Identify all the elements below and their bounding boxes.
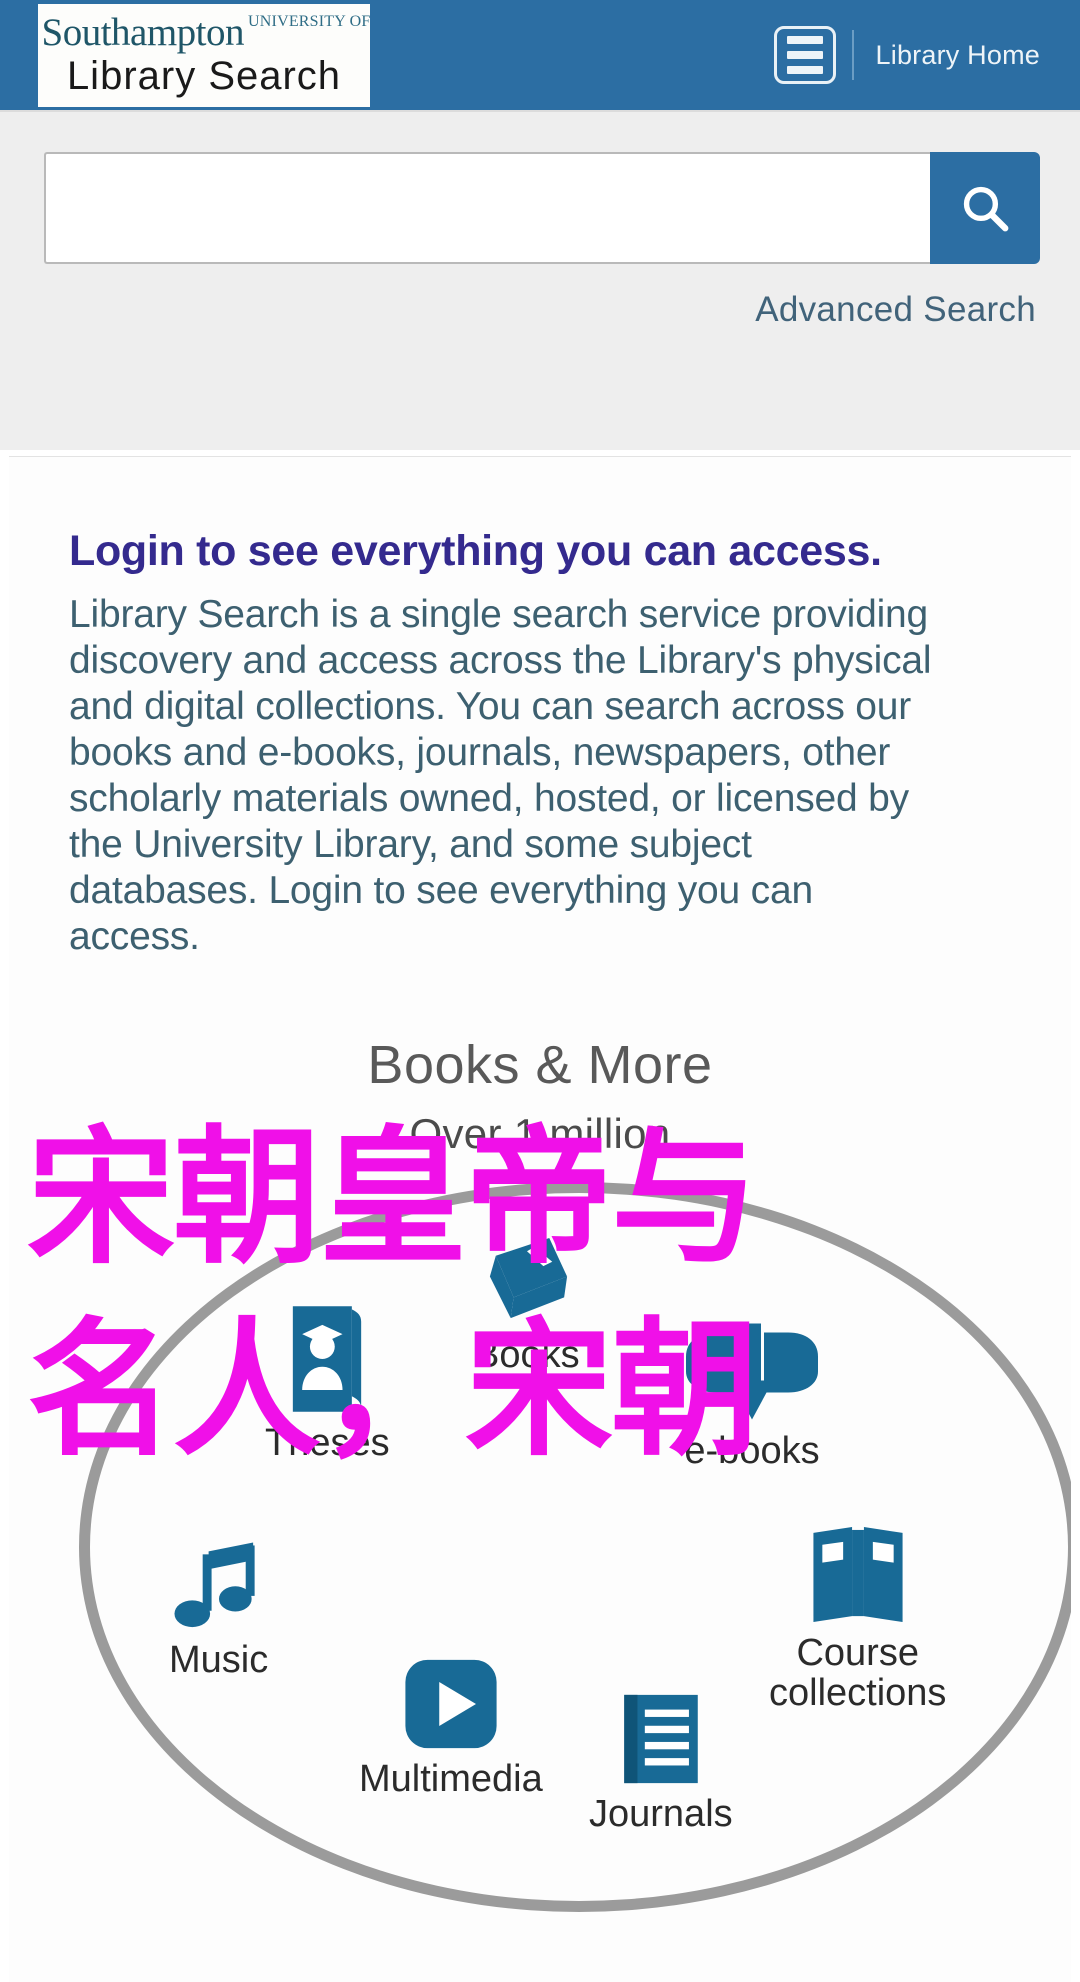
- logo-university-of: UNIVERSITY OF: [248, 13, 371, 30]
- hamburger-bar: [786, 36, 823, 44]
- login-heading: Login to see everything you can access.: [69, 527, 882, 575]
- ebook-download-icon: [686, 1323, 818, 1420]
- graphic-node-multimedia[interactable]: Multimedia: [359, 1654, 543, 1800]
- graphic-node-label: Theses: [265, 1422, 390, 1465]
- graphic-title: Books & More: [367, 1035, 713, 1096]
- graphic-node-music[interactable]: Music: [169, 1539, 268, 1681]
- music-note-icon: [174, 1542, 255, 1628]
- header-actions: Library Home: [773, 0, 1080, 110]
- graphic-subtitle: Over 1 million: [409, 1110, 671, 1158]
- hamburger-bar: [786, 66, 823, 74]
- graphic-node-course-collections[interactable]: Course collections: [769, 1524, 946, 1714]
- books-and-more-graphic: Books & More Over 1 million Theses Books: [69, 1034, 1071, 1913]
- search-panel: Advanced Search: [0, 110, 1080, 450]
- main-content-card: Login to see everything you can access. …: [9, 456, 1071, 1982]
- graphic-node-theses[interactable]: Theses: [265, 1300, 390, 1464]
- open-book-icon: [813, 1527, 903, 1623]
- site-header: Southampton UNIVERSITY OF Library Search…: [0, 0, 1080, 110]
- graphic-node-ebooks[interactable]: e-books: [677, 1314, 827, 1472]
- graphic-node-journals[interactable]: Journals: [589, 1689, 733, 1835]
- graphic-node-label: e-books: [684, 1430, 820, 1473]
- thesis-icon: [293, 1306, 362, 1412]
- hamburger-bar: [786, 51, 823, 59]
- library-home-link[interactable]: Library Home: [876, 40, 1040, 71]
- search-row: [0, 112, 1080, 264]
- university-logo[interactable]: Southampton UNIVERSITY OF Library Search: [38, 3, 371, 107]
- graphic-node-label: Journals: [589, 1793, 733, 1836]
- graphic-node-books[interactable]: Books: [474, 1232, 580, 1376]
- advanced-search-row: Advanced Search: [0, 264, 1080, 330]
- advanced-search-link[interactable]: Advanced Search: [755, 290, 1036, 329]
- logo-southampton: Southampton: [41, 11, 245, 54]
- graphic-node-label: Books: [474, 1334, 580, 1377]
- play-button-icon: [405, 1660, 497, 1749]
- book-icon: [489, 1238, 567, 1319]
- search-button[interactable]: [930, 152, 1040, 264]
- service-description: Library Search is a single search servic…: [69, 593, 932, 959]
- search-input[interactable]: [44, 152, 930, 264]
- graphic-node-label: Multimedia: [359, 1758, 543, 1801]
- search-icon: [963, 186, 1009, 232]
- header-divider: [851, 30, 854, 80]
- graphic-node-label: Course collections: [769, 1632, 947, 1715]
- graphic-node-label: Music: [169, 1639, 269, 1682]
- logo-wordmark: Southampton UNIVERSITY OF: [41, 11, 371, 54]
- logo-library-search: Library Search: [66, 54, 342, 98]
- hamburger-menu-icon[interactable]: [773, 26, 836, 84]
- journal-icon: [624, 1695, 698, 1784]
